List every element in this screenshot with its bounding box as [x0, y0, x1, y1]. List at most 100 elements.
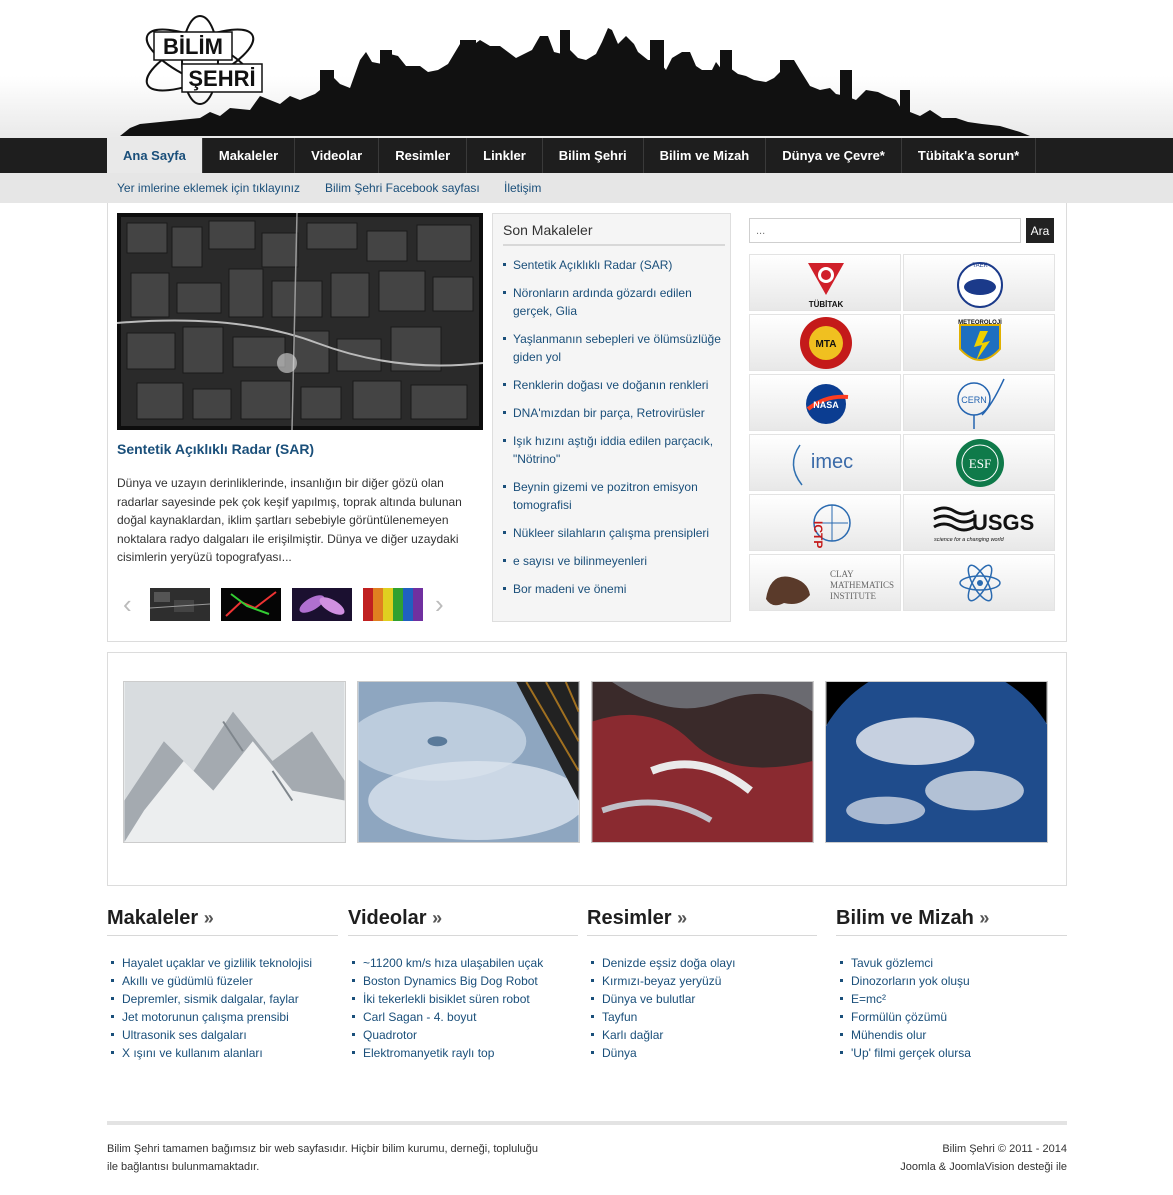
column-link[interactable]: Tavuk gözlemci	[840, 954, 971, 972]
contact-link[interactable]: İletişim	[504, 181, 541, 195]
partner-tubitak[interactable]: TÜBİTAK	[749, 254, 901, 311]
svg-text:INSTITUTE: INSTITUTE	[830, 591, 876, 601]
latest-article-link[interactable]: Sentetik Açıklıklı Radar (SAR)	[503, 256, 725, 274]
nav-item-resimler[interactable]: Resimler	[379, 138, 468, 173]
column-link[interactable]: Hayalet uçaklar ve gizlilik teknolojisi	[111, 954, 312, 972]
svg-text:CLAY: CLAY	[830, 569, 854, 579]
partner-imec[interactable]: imec	[749, 434, 901, 491]
partner-cern[interactable]: CERN	[903, 374, 1055, 431]
latest-article-link[interactable]: Nöronların ardında gözardı edilen gerçek…	[503, 284, 725, 320]
column-link[interactable]: Formülün çözümü	[840, 1008, 971, 1026]
usgs-logo-icon: USGS science for a changing world	[933, 506, 1034, 543]
search-button[interactable]: Ara	[1026, 218, 1054, 243]
latest-article-link[interactable]: DNA'mızdan bir parça, Retrovirüsler	[503, 404, 725, 422]
thumb-radar[interactable]	[150, 588, 210, 621]
atom-logo-icon	[959, 564, 1001, 602]
tubitak-logo-icon: TÜBİTAK	[808, 263, 844, 309]
meteoroloji-logo-icon: METEOROLOJİ	[958, 319, 1002, 361]
column-link[interactable]: Dinozorların yok oluşu	[840, 972, 971, 990]
column-link[interactable]: 'Up' filmi gerçek olursa	[840, 1044, 971, 1062]
partner-mta[interactable]: MTA	[749, 314, 901, 371]
thumb-neurons[interactable]	[221, 588, 281, 621]
latest-article-link[interactable]: Işık hızını aştığı iddia edilen parçacık…	[503, 432, 725, 468]
column-heading[interactable]: Videolar	[348, 907, 427, 929]
nav-item-videolar[interactable]: Videolar	[295, 138, 380, 173]
nav-item-bilim-ve-mizah[interactable]: Bilim ve Mizah	[644, 138, 767, 173]
gallery-image-snowy-mountains[interactable]	[123, 681, 346, 843]
thumb-prev-arrow[interactable]: ‹	[123, 588, 132, 620]
footer-disclaimer-line: Bilim Şehri tamamen bağımsız bir web say…	[107, 1143, 539, 1155]
column-link[interactable]: E=mc²	[840, 990, 971, 1008]
column-link[interactable]: Dünya ve bulutlar	[591, 990, 735, 1008]
site-logo[interactable]: BİLİM ŞEHRİ	[136, 12, 270, 108]
column-link[interactable]: Carl Sagan - 4. boyut	[352, 1008, 543, 1026]
column-link[interactable]: Tayfun	[591, 1008, 735, 1026]
nav-item-dunya-ve-cevre[interactable]: Dünya ve Çevre*	[766, 138, 902, 173]
latest-articles-panel: Son Makaleler Sentetik Açıklıklı Radar (…	[492, 213, 731, 622]
thumb-next-arrow[interactable]: ›	[435, 588, 444, 620]
latest-article-link[interactable]: Renklerin doğası ve doğanın renkleri	[503, 376, 725, 394]
partner-meteoroloji[interactable]: METEOROLOJİ	[903, 314, 1055, 371]
partner-nasa[interactable]: NASA	[749, 374, 901, 431]
column-heading[interactable]: Resimler	[587, 907, 672, 929]
column-heading[interactable]: Makaleler	[107, 907, 198, 929]
nav-item-makaleler[interactable]: Makaleler	[203, 138, 296, 173]
column-link[interactable]: ~11200 km/s hıza ulaşabilen uçak	[352, 954, 543, 972]
nav-item-tubitaka-sorun[interactable]: Tübitak'a sorun*	[902, 138, 1037, 173]
column-link[interactable]: Ultrasonik ses dalgaları	[111, 1026, 312, 1044]
sub-navigation: Yer imlerine eklemek için tıklayınız Bil…	[0, 173, 1173, 203]
double-chevron-icon: »	[203, 908, 214, 928]
search-input[interactable]	[749, 218, 1021, 243]
facebook-page-link[interactable]: Bilim Şehri Facebook sayfası	[325, 181, 480, 195]
gallery-image-red-white-earth[interactable]	[591, 681, 814, 843]
column-link[interactable]: X ışını ve kullanım alanları	[111, 1044, 312, 1062]
featured-article-title[interactable]: Sentetik Açıklıklı Radar (SAR)	[117, 441, 314, 457]
svg-text:CERN: CERN	[961, 395, 987, 405]
column-link[interactable]: Karlı dağlar	[591, 1026, 735, 1044]
gallery-image-typhoon[interactable]	[357, 681, 580, 843]
partner-clay-institute[interactable]: CLAY MATHEMATICS INSTITUTE	[749, 554, 901, 611]
column-link[interactable]: Jet motorunun çalışma prensibi	[111, 1008, 312, 1026]
nav-item-linkler[interactable]: Linkler	[467, 138, 543, 173]
latest-articles-heading: Son Makaleler	[503, 222, 593, 238]
partner-esf[interactable]: ESF	[903, 434, 1055, 491]
partner-taek[interactable]: TAEK	[903, 254, 1055, 311]
partner-un-atom[interactable]	[903, 554, 1055, 611]
column-link[interactable]: Dünya	[591, 1044, 735, 1062]
double-chevron-icon: »	[979, 908, 990, 928]
esf-logo-icon: ESF	[956, 439, 1004, 487]
column-link[interactable]: Denizde eşsiz doğa olayı	[591, 954, 735, 972]
latest-articles-divider	[503, 244, 725, 246]
column-link[interactable]: Akıllı ve güdümlü füzeler	[111, 972, 312, 990]
gallery-image-earth[interactable]	[825, 681, 1048, 843]
footer-credits: Bilim Şehri © 2011 - 2014 Joomla & Jooml…	[900, 1140, 1067, 1176]
column-link[interactable]: Kırmızı-beyaz yeryüzü	[591, 972, 735, 990]
column-link[interactable]: Mühendis olur	[840, 1026, 971, 1044]
column-bilim-ve-mizah: Bilim ve Mizah » Tavuk gözlemci Dinozorl…	[836, 907, 1067, 1060]
thumb-aging[interactable]	[292, 588, 352, 621]
column-resimler: Resimler » Denizde eşsiz doğa olayı Kırm…	[587, 907, 817, 1060]
svg-text:ICTP: ICTP	[811, 521, 825, 548]
column-link[interactable]: Elektromanyetik raylı top	[352, 1044, 543, 1062]
logo-text-bottom: ŞEHRİ	[188, 66, 255, 91]
latest-article-link[interactable]: Yaşlanmanın sebepleri ve ölümsüzlüğe gid…	[503, 330, 725, 366]
nav-item-bilim-sehri[interactable]: Bilim Şehri	[543, 138, 644, 173]
column-link[interactable]: İki tekerlekli bisiklet süren robot	[352, 990, 543, 1008]
latest-article-link[interactable]: Nükleer silahların çalışma prensipleri	[503, 524, 725, 542]
nav-item-ana-sayfa[interactable]: Ana Sayfa	[107, 138, 203, 173]
ictp-logo-icon: ICTP	[811, 504, 851, 548]
partner-ictp[interactable]: ICTP	[749, 494, 901, 551]
svg-text:imec: imec	[811, 451, 853, 473]
latest-article-link[interactable]: Beynin gizemi ve pozitron emisyon tomogr…	[503, 478, 725, 514]
column-link[interactable]: Depremler, sismik dalgalar, faylar	[111, 990, 312, 1008]
featured-article-image[interactable]	[117, 213, 483, 430]
bookmark-link[interactable]: Yer imlerine eklemek için tıklayınız	[117, 181, 300, 195]
latest-article-link[interactable]: e sayısı ve bilinmeyenleri	[503, 552, 725, 570]
partner-usgs[interactable]: USGS science for a changing world	[903, 494, 1055, 551]
column-link[interactable]: Quadrotor	[352, 1026, 543, 1044]
column-link[interactable]: Boston Dynamics Big Dog Robot	[352, 972, 543, 990]
column-heading[interactable]: Bilim ve Mizah	[836, 907, 974, 929]
cern-logo-icon: CERN	[957, 378, 1005, 429]
thumb-colors[interactable]	[363, 588, 423, 621]
latest-article-link[interactable]: Bor madeni ve önemi	[503, 580, 725, 598]
